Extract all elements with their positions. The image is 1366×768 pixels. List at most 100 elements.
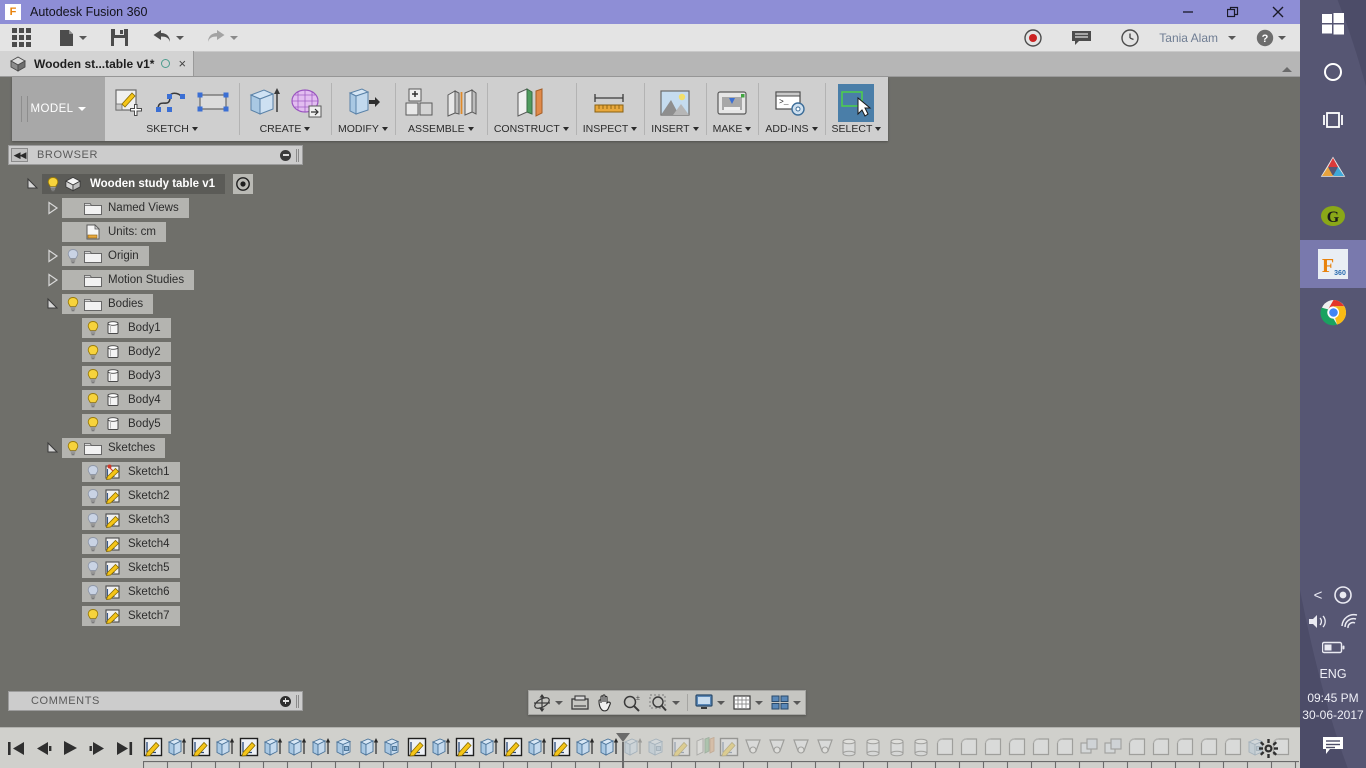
grid-snaps-button[interactable]: [729, 691, 767, 714]
look-at-button[interactable]: [567, 691, 593, 714]
chevron-down-icon[interactable]: [304, 127, 311, 131]
tree-node[interactable]: Motion Studies: [8, 268, 303, 292]
pan-button[interactable]: [593, 691, 618, 714]
tree-node-chip[interactable]: Sketch3: [82, 510, 180, 530]
timeline-node[interactable]: [1223, 737, 1245, 759]
chevron-down-icon[interactable]: [79, 35, 87, 40]
timeline-node[interactable]: [1079, 737, 1101, 759]
timeline-node[interactable]: [551, 737, 573, 759]
close-tab-icon[interactable]: ×: [178, 56, 186, 71]
tree-node[interactable]: Sketch3: [8, 508, 303, 532]
tree-node[interactable]: Sketch7: [8, 604, 303, 628]
timeline-node[interactable]: [503, 737, 525, 759]
fusion-360-app-button[interactable]: F 360: [1300, 240, 1366, 288]
timeline-node[interactable]: [647, 737, 669, 759]
tree-node[interactable]: Sketch5: [8, 556, 303, 580]
chevron-down-icon[interactable]: [875, 127, 882, 131]
chevron-down-icon[interactable]: [717, 700, 725, 705]
press-pull-icon[interactable]: [345, 84, 381, 122]
tree-node-chip[interactable]: Sketch1: [82, 462, 180, 482]
record-button[interactable]: [1018, 24, 1048, 52]
tree-node[interactable]: Body3: [8, 364, 303, 388]
timeline-node[interactable]: [479, 737, 501, 759]
timeline-node[interactable]: [143, 737, 165, 759]
language-indicator[interactable]: ENG: [1300, 660, 1366, 690]
timeline-node[interactable]: [287, 737, 309, 759]
timeline-node[interactable]: [167, 737, 189, 759]
lightbulb-on-icon[interactable]: [85, 608, 101, 624]
orbit-button[interactable]: [529, 691, 567, 714]
skip-end-icon[interactable]: [116, 741, 133, 756]
scripts-addins-icon[interactable]: >_: [773, 84, 809, 122]
comments-panel-header[interactable]: COMMENTS: [8, 691, 303, 711]
zoom-button[interactable]: ±: [618, 691, 645, 714]
play-icon[interactable]: [62, 740, 79, 756]
tree-node[interactable]: Body2: [8, 340, 303, 364]
g-app-button[interactable]: G: [1300, 192, 1366, 240]
timeline-node[interactable]: [191, 737, 213, 759]
collapse-all-icon[interactable]: [280, 149, 291, 161]
minimize-icon[interactable]: [1165, 0, 1210, 24]
timeline-nodes[interactable]: [143, 733, 1299, 768]
tree-node[interactable]: Sketch1: [8, 460, 303, 484]
tree-node-chip[interactable]: Sketch4: [82, 534, 180, 554]
job-status-button[interactable]: [1115, 24, 1145, 52]
tree-node[interactable]: Body1: [8, 316, 303, 340]
new-file-button[interactable]: [53, 24, 93, 52]
google-chrome-app-button[interactable]: [1300, 288, 1366, 336]
cortana-search-button[interactable]: [1300, 48, 1366, 96]
close-icon[interactable]: [1255, 0, 1300, 24]
chevron-down-icon[interactable]: [381, 127, 388, 131]
tree-node-chip[interactable]: Body3: [82, 366, 171, 386]
viewports-button[interactable]: [767, 691, 805, 714]
timeline-settings-icon[interactable]: [1259, 739, 1278, 758]
chevron-down-icon[interactable]: [555, 700, 563, 705]
timeline-node[interactable]: [335, 737, 357, 759]
comments-resize-grip[interactable]: [296, 694, 299, 708]
timeline-marker[interactable]: [616, 733, 630, 742]
onedrive-icon[interactable]: [1334, 586, 1353, 604]
lightbulb-on-icon[interactable]: [65, 440, 81, 456]
timeline-node[interactable]: [671, 737, 693, 759]
tree-node-chip[interactable]: Named Views: [62, 198, 189, 218]
timeline-node[interactable]: [767, 737, 789, 759]
chevron-down-icon[interactable]: [631, 127, 638, 131]
tray-expand-icon[interactable]: ˂: [1314, 587, 1323, 604]
tree-node-chip[interactable]: Sketch7: [82, 606, 180, 626]
browser-tree[interactable]: Wooden study table v1 Named Views Units: c…: [8, 172, 303, 628]
chevron-down-icon[interactable]: [176, 35, 184, 40]
twist-expanded-icon[interactable]: [46, 297, 60, 311]
display-settings-button[interactable]: [691, 691, 729, 714]
timeline-node[interactable]: [863, 737, 885, 759]
timeline-node[interactable]: [1175, 737, 1197, 759]
save-button[interactable]: [105, 24, 134, 52]
timeline-node[interactable]: [815, 737, 837, 759]
tree-node-chip[interactable]: Origin: [62, 246, 149, 266]
create-form-icon[interactable]: [288, 84, 324, 122]
tree-node-chip[interactable]: Sketch5: [82, 558, 180, 578]
chevron-down-icon[interactable]: [1228, 35, 1236, 40]
timeline-node[interactable]: [383, 737, 405, 759]
tree-node[interactable]: Units: cm: [8, 220, 303, 244]
add-comment-icon[interactable]: [280, 695, 291, 707]
tree-node-chip[interactable]: Body5: [82, 414, 171, 434]
timeline-node[interactable]: [1199, 737, 1221, 759]
tree-node[interactable]: Sketch6: [8, 580, 303, 604]
twist-collapsed-icon[interactable]: [46, 249, 60, 263]
twist-collapsed-icon[interactable]: [46, 201, 60, 215]
chevron-down-icon[interactable]: [467, 127, 474, 131]
battery-icon[interactable]: [1321, 641, 1345, 654]
chevron-down-icon[interactable]: [755, 700, 763, 705]
timeline-node[interactable]: [527, 737, 549, 759]
measure-icon[interactable]: [592, 84, 628, 122]
timeline-node[interactable]: [695, 737, 717, 759]
help-button[interactable]: ?: [1250, 24, 1292, 52]
browser-resize-grip[interactable]: [296, 148, 299, 162]
clock[interactable]: 09:45 PM 30-06-2017: [1300, 690, 1366, 724]
timeline-node[interactable]: [1055, 737, 1077, 759]
collapse-browser-icon[interactable]: ◀◀: [11, 148, 28, 162]
app-grid-button[interactable]: [6, 24, 37, 52]
tree-node[interactable]: Origin: [8, 244, 303, 268]
timeline-node[interactable]: [575, 737, 597, 759]
timeline-node[interactable]: [1151, 737, 1173, 759]
